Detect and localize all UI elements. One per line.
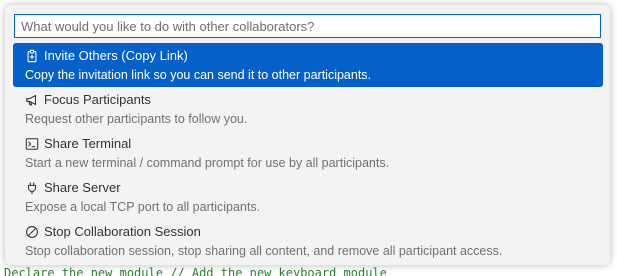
command-item-description: Request other participants to follow you… — [25, 112, 248, 126]
command-list: Invite Others (Copy Link) Copy the invit… — [13, 43, 603, 263]
command-item-row: Stop Collaboration Session — [25, 223, 603, 241]
command-item-share-terminal[interactable]: Share Terminal Start a new terminal / co… — [13, 131, 603, 175]
command-item-row: Invite Others (Copy Link) — [25, 47, 603, 65]
terminal-icon — [25, 137, 39, 151]
copy-link-icon — [25, 49, 39, 63]
command-item-share-server[interactable]: Share Server Expose a local TCP port to … — [13, 175, 603, 219]
command-item-label: Share Terminal — [44, 136, 132, 151]
command-item-row: Focus Participants — [25, 91, 603, 109]
command-item-description: Stop collaboration session, stop sharing… — [25, 244, 503, 258]
screen: Declare the new module // Add the new ke… — [0, 0, 617, 276]
command-item-invite-others[interactable]: Invite Others (Copy Link) Copy the invit… — [13, 43, 603, 87]
command-item-focus-participants[interactable]: Focus Participants Request other partici… — [13, 87, 603, 131]
command-item-label: Share Server — [44, 180, 121, 195]
collaboration-command-input[interactable] — [14, 14, 601, 38]
command-item-label: Stop Collaboration Session — [44, 224, 201, 239]
command-palette: Invite Others (Copy Link) Copy the invit… — [5, 5, 610, 265]
command-item-stop-collaboration[interactable]: Stop Collaboration Session Stop collabor… — [13, 219, 603, 263]
command-item-row: Share Terminal — [25, 135, 603, 153]
command-item-description: Copy the invitation link so you can send… — [25, 68, 372, 82]
command-item-label: Invite Others (Copy Link) — [44, 48, 188, 63]
editor-code-line: Declare the new module // Add the new ke… — [4, 266, 387, 276]
plug-icon — [25, 181, 39, 195]
command-item-description: Start a new terminal / command prompt fo… — [25, 156, 390, 170]
circle-slash-icon — [25, 225, 39, 239]
command-item-label: Focus Participants — [44, 92, 151, 107]
megaphone-icon — [25, 93, 39, 107]
command-item-row: Share Server — [25, 179, 603, 197]
command-item-description: Expose a local TCP port to all participa… — [25, 200, 261, 214]
